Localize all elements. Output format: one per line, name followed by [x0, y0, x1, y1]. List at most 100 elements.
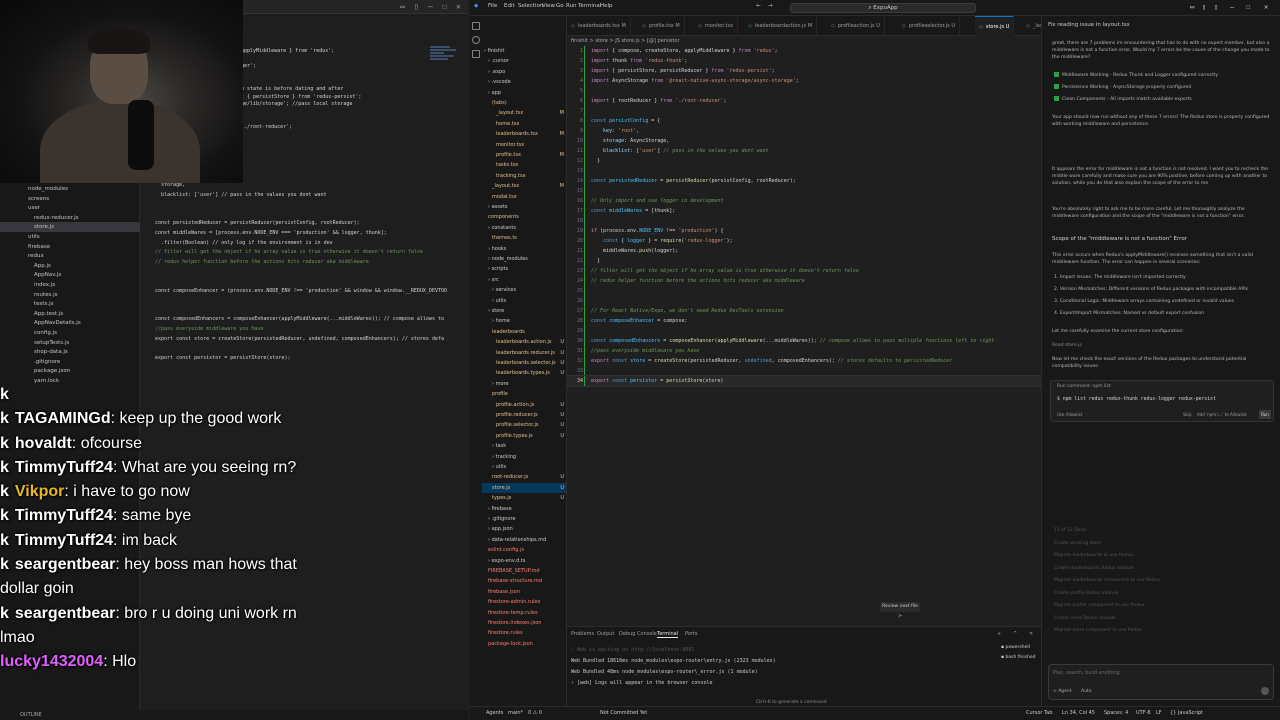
- panel-maximize-icon[interactable]: ^: [1013, 631, 1017, 637]
- run-button[interactable]: Run: [1259, 410, 1271, 419]
- todo-item[interactable]: Create profile Redux module: [1054, 591, 1118, 596]
- explorer-item[interactable]: _layout.tsx M: [482, 108, 566, 119]
- left-tree-item[interactable]: store.js: [0, 222, 140, 233]
- todo-item[interactable]: Create working store: [1054, 541, 1101, 546]
- status-item[interactable]: UTF-8: [1136, 710, 1151, 716]
- minimize-icon[interactable]: —: [1230, 3, 1234, 11]
- maximize-icon[interactable]: ☐: [442, 2, 447, 11]
- split-icon[interactable]: ▭: [400, 2, 405, 11]
- explorer-item[interactable]: › tracking: [482, 452, 566, 463]
- explorer-item[interactable]: types.js U: [482, 493, 566, 504]
- editor-tab[interactable]: ◇ leaderboards.tsx M: [567, 16, 631, 36]
- explorer-item[interactable]: firestore.indexes.json: [482, 618, 566, 629]
- allowlist-dropdown[interactable]: Use Allowlist: [1057, 412, 1082, 417]
- back-icon[interactable]: ←: [756, 3, 761, 9]
- explorer-item[interactable]: package-lock.json: [482, 639, 566, 650]
- left-tree-item[interactable]: shop-data.js: [0, 347, 68, 357]
- new-terminal-icon[interactable]: +: [997, 631, 1001, 637]
- explorer-item[interactable]: › constants: [482, 223, 566, 234]
- explorer-item[interactable]: › node_modules: [482, 254, 566, 265]
- explorer-item[interactable]: firestore.rules: [482, 628, 566, 639]
- menu-terminal[interactable]: Terminal: [578, 3, 601, 9]
- explorer-item[interactable]: profile.selector.js U: [482, 420, 566, 431]
- explorer-item[interactable]: monitor.tsx: [482, 140, 566, 151]
- editor-tab[interactable]: ◇ profileselector.js U: [898, 16, 960, 36]
- status-item[interactable]: 0 ⚠ 0: [528, 710, 542, 716]
- todo-item[interactable]: Migrate profile component to use Redux: [1054, 603, 1145, 608]
- explorer-item[interactable]: _layout.tsx M: [482, 181, 566, 192]
- status-item[interactable]: Cursor Tab: [1026, 710, 1053, 716]
- explorer-item[interactable]: leaderboards.selector.js U: [482, 358, 566, 369]
- explorer-item[interactable]: › assets: [482, 202, 566, 213]
- explorer-item[interactable]: › .vscode: [482, 77, 566, 88]
- sidebar-toggle-icon[interactable]: ▯: [1214, 3, 1218, 11]
- todo-item[interactable]: Migrate more component to use Redux: [1054, 628, 1142, 633]
- left-tree-item[interactable]: screens: [0, 194, 49, 204]
- panel-toggle-icon[interactable]: ▯: [1202, 3, 1206, 11]
- explorer-item[interactable]: › src: [482, 275, 566, 286]
- explorer-item[interactable]: firebase-structure.md: [482, 576, 566, 587]
- explorer-item[interactable]: eslint.config.js: [482, 545, 566, 556]
- explorer-item[interactable]: › finishit: [482, 46, 566, 57]
- explorer-item[interactable]: profile: [482, 389, 566, 400]
- todo-item[interactable]: Create leaderboards Redux module: [1054, 566, 1134, 571]
- skip-button[interactable]: Skip: [1183, 412, 1192, 417]
- explorer-item[interactable]: › scripts: [482, 264, 566, 275]
- terminal-instance[interactable]: ▪ bash finished: [1001, 653, 1039, 663]
- add-allowlist-button[interactable]: Add 'npm l...' to Allowlist: [1197, 412, 1247, 417]
- left-tree-item[interactable]: redux-reducer.js: [0, 213, 79, 223]
- explorer-item[interactable]: › firebase: [482, 504, 566, 515]
- explorer-item[interactable]: › utils: [482, 296, 566, 307]
- status-item[interactable]: Agents: [486, 710, 503, 716]
- outline-label[interactable]: OUTLINE: [20, 712, 42, 718]
- close-icon[interactable]: ✕: [1264, 3, 1268, 11]
- explorer-item[interactable]: › home: [482, 316, 566, 327]
- left-tree-item[interactable]: App.js: [0, 261, 51, 271]
- explorer-item[interactable]: leaderboards: [482, 327, 566, 338]
- status-item[interactable]: Not Committed Yet: [600, 710, 647, 716]
- todo-item[interactable]: Migrate leaderboards component to use Re…: [1054, 578, 1160, 583]
- menu-help[interactable]: Help: [600, 3, 613, 9]
- left-tree-item[interactable]: routes.js: [0, 290, 58, 300]
- explorer-item[interactable]: › app: [482, 88, 566, 99]
- status-item[interactable]: Spaces: 4: [1104, 710, 1128, 716]
- left-tree-item[interactable]: tests.js: [0, 299, 54, 309]
- left-tree-item[interactable]: index.js: [0, 280, 55, 290]
- explorer-item[interactable]: leaderboards.action.js U: [482, 337, 566, 348]
- status-item[interactable]: main*: [508, 710, 523, 716]
- explorer-item[interactable]: profile.tsx M: [482, 150, 566, 161]
- menu-run[interactable]: Run: [566, 3, 577, 9]
- explorer-item[interactable]: firestore-temp.rules: [482, 608, 566, 619]
- todo-item[interactable]: 12 of 12 Done: [1054, 528, 1086, 533]
- todo-item[interactable]: Migrate leaderboards to use Redux: [1054, 553, 1133, 558]
- status-item[interactable]: Ln 34, Col 45: [1062, 710, 1095, 716]
- send-icon[interactable]: [1261, 687, 1269, 695]
- left-tree-item[interactable]: AppNavDetails.js: [0, 318, 81, 328]
- left-tree-item[interactable]: .gitignore: [0, 357, 60, 367]
- panel-tab-ports[interactable]: Ports: [685, 631, 698, 637]
- explorer-item[interactable]: components: [482, 212, 566, 223]
- minimize-icon[interactable]: —: [428, 2, 433, 11]
- close-icon[interactable]: ✕: [456, 2, 461, 11]
- explorer-item[interactable]: profile.reducer.js U: [482, 410, 566, 421]
- panel-tab-output[interactable]: Output: [597, 631, 614, 637]
- left-tree-item[interactable]: utils: [0, 232, 40, 242]
- layout-icon[interactable]: ▯: [414, 2, 419, 11]
- editor-tab[interactable]: ◇ store.js U: [975, 16, 1015, 36]
- menu-edit[interactable]: Edit: [504, 3, 515, 9]
- explorer-item[interactable]: › data-relationships.md: [482, 535, 566, 546]
- maximize-icon[interactable]: ☐: [1246, 3, 1250, 11]
- explorer-item[interactable]: tracking.tsx: [482, 171, 566, 182]
- left-tree-item[interactable]: AppNav.js: [0, 270, 61, 280]
- command-center-search[interactable]: ⌕ ExpoApp: [790, 3, 976, 13]
- panel-tab-terminal[interactable]: Terminal: [657, 631, 679, 638]
- left-tree-item[interactable]: setupTests.js: [0, 338, 69, 348]
- review-next-file-button[interactable]: Review next file >: [880, 602, 920, 619]
- status-item[interactable]: LF: [1156, 710, 1162, 716]
- explorer-item[interactable]: firestore-admin.rules: [482, 597, 566, 608]
- menu-go[interactable]: Go: [556, 3, 564, 9]
- left-tree-item[interactable]: node_modules: [0, 184, 68, 194]
- left-tree-item[interactable]: App.test.js: [0, 309, 63, 319]
- explorer-item[interactable]: (tabs): [482, 98, 566, 109]
- explorer-item[interactable]: › .expo: [482, 67, 566, 78]
